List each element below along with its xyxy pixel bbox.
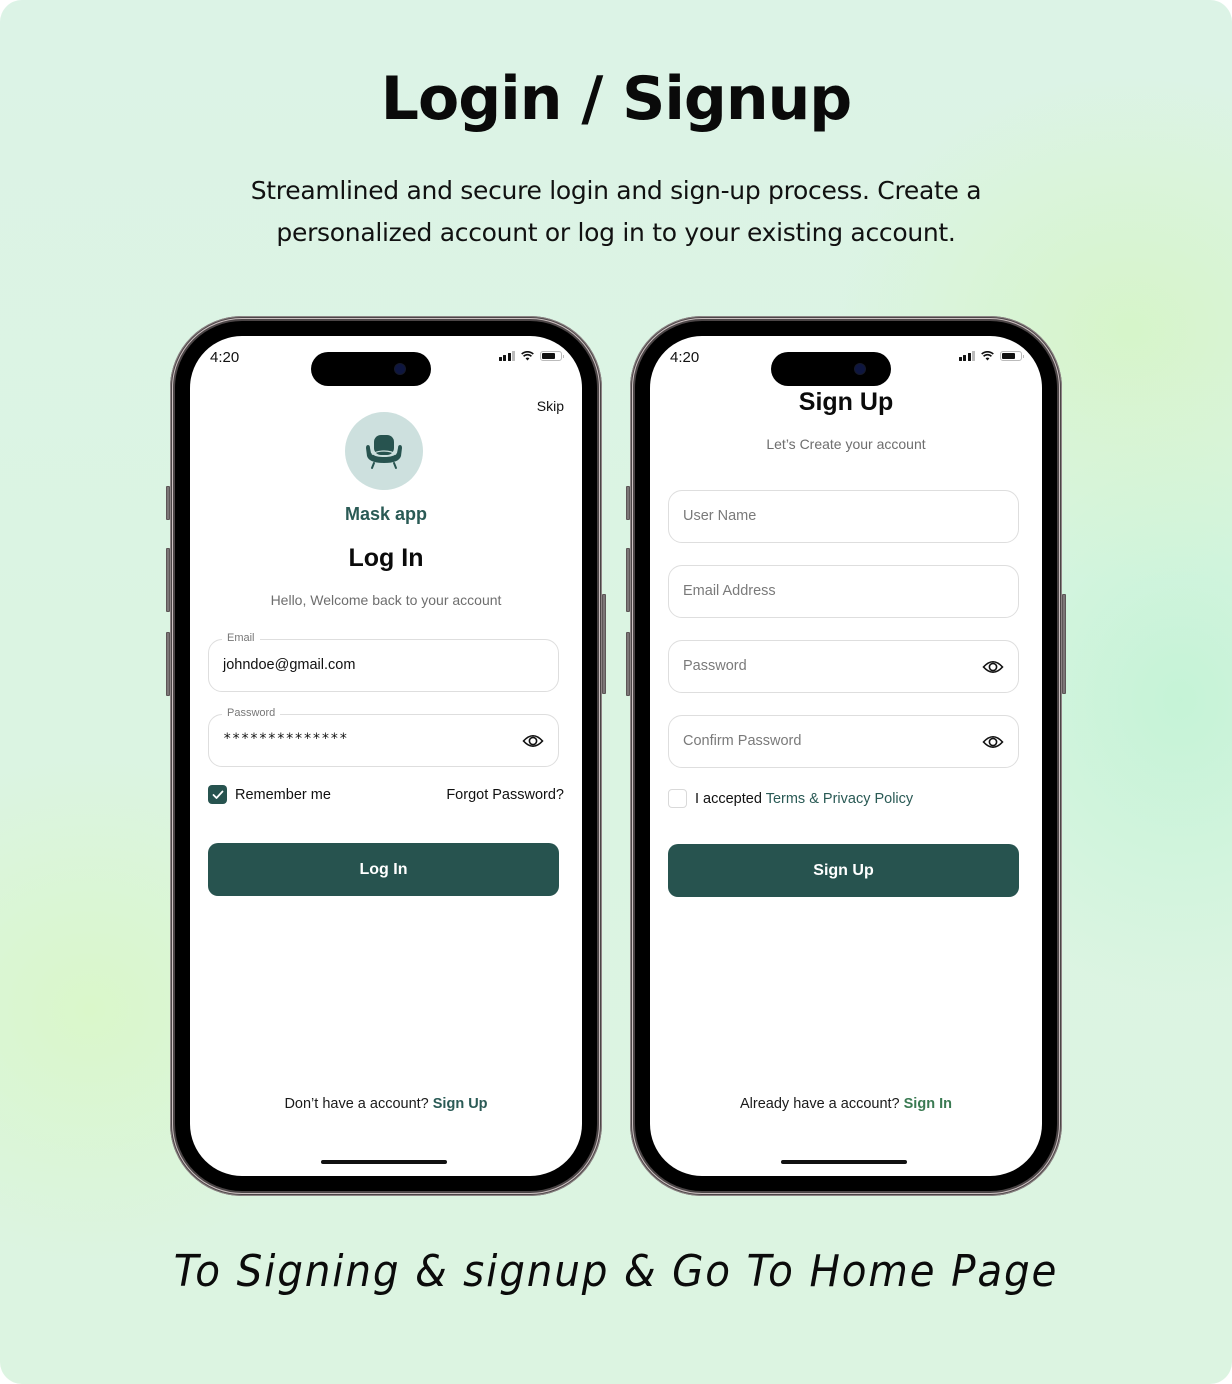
signin-prompt: Already have a account? Sign In	[650, 1096, 1042, 1112]
login-button[interactable]: Log In	[208, 843, 559, 896]
phone-login: 4:20 Skip Mask app Log In Hello, Welcome…	[166, 316, 606, 1196]
eye-icon[interactable]	[982, 656, 1004, 678]
battery-icon	[1000, 351, 1024, 361]
terms-checkbox[interactable]	[668, 789, 687, 808]
home-indicator	[321, 1160, 447, 1164]
page-title: Login / Signup	[380, 64, 852, 134]
armchair-icon	[366, 435, 402, 469]
signal-icon	[958, 351, 975, 361]
password-value[interactable]: **************	[223, 731, 348, 747]
confirm-password-field[interactable]: Confirm Password	[668, 715, 1019, 768]
email-label: Email	[222, 632, 260, 644]
signup-password-field[interactable]: Password	[668, 640, 1019, 693]
email-field[interactable]: Email johndoe@gmail.com	[208, 632, 559, 692]
status-icons	[958, 351, 1024, 361]
email-address-field[interactable]: Email Address	[668, 565, 1019, 618]
username-placeholder[interactable]: User Name	[683, 508, 756, 524]
wifi-icon	[981, 351, 994, 361]
signup-prompt-text: Don’t have a account?	[284, 1096, 429, 1112]
signup-link[interactable]: Sign Up	[433, 1096, 488, 1112]
signin-prompt-text: Already have a account?	[740, 1096, 900, 1112]
password-field[interactable]: Password **************	[208, 707, 559, 767]
status-icons	[498, 351, 564, 361]
camera-icon	[395, 364, 405, 374]
camera-icon	[855, 364, 865, 374]
login-subtitle: Hello, Welcome back to your account	[270, 592, 502, 608]
signin-link[interactable]: Sign In	[904, 1096, 952, 1112]
dynamic-island	[771, 352, 891, 386]
login-title: Log In	[348, 544, 424, 572]
status-time: 4:20	[670, 349, 700, 366]
remember-me-row[interactable]: Remember me	[208, 785, 331, 804]
page-subtitle-line-1: Streamlined and secure login and sign-up…	[250, 176, 982, 205]
remember-me-label: Remember me	[235, 786, 331, 803]
signup-screen: 4:20 Sign Up Let’s Create your account U…	[650, 336, 1042, 1176]
skip-link[interactable]: Skip	[537, 398, 564, 414]
eye-icon[interactable]	[522, 730, 544, 752]
page-subtitle: Streamlined and secure login and sign-up…	[200, 170, 1032, 254]
battery-icon	[540, 351, 564, 361]
phone-signup: 4:20 Sign Up Let’s Create your account U…	[626, 316, 1066, 1196]
terms-text: I accepted Terms & Privacy Policy	[695, 791, 913, 807]
silent-switch	[626, 486, 630, 520]
volume-up-button	[626, 548, 630, 612]
signup-subtitle: Let’s Create your account	[766, 436, 926, 452]
checkmark-icon	[212, 790, 223, 799]
wifi-icon	[521, 351, 534, 361]
signup-prompt: Don’t have a account? Sign Up	[190, 1096, 582, 1112]
app-name: Mask app	[344, 504, 428, 524]
power-button	[602, 594, 606, 694]
terms-link[interactable]: Terms & Privacy Policy	[766, 791, 913, 807]
app-logo	[345, 412, 423, 490]
volume-down-button	[166, 632, 170, 696]
signup-title: Sign Up	[798, 388, 894, 416]
remember-me-checkbox[interactable]	[208, 785, 227, 804]
email-address-placeholder[interactable]: Email Address	[683, 583, 776, 599]
forgot-password-link[interactable]: Forgot Password?	[446, 787, 564, 803]
dynamic-island	[311, 352, 431, 386]
canvas: Login / Signup Streamlined and secure lo…	[0, 0, 1232, 1384]
terms-prefix: I accepted	[695, 790, 762, 807]
volume-up-button	[166, 548, 170, 612]
username-field[interactable]: User Name	[668, 490, 1019, 543]
status-time: 4:20	[210, 349, 240, 366]
silent-switch	[166, 486, 170, 520]
eye-icon[interactable]	[982, 731, 1004, 753]
password-placeholder[interactable]: Password	[683, 658, 747, 674]
confirm-password-placeholder[interactable]: Confirm Password	[683, 733, 801, 749]
password-label: Password	[222, 707, 281, 719]
home-indicator	[781, 1160, 907, 1164]
signal-icon	[498, 351, 515, 361]
volume-down-button	[626, 632, 630, 696]
email-value[interactable]: johndoe@gmail.com	[223, 657, 355, 673]
signup-button[interactable]: Sign Up	[668, 844, 1019, 897]
caption: To Signing & signup & Go To Home Page	[173, 1246, 1059, 1297]
page-subtitle-line-2: personalized account or log in to your e…	[276, 218, 956, 247]
login-screen: 4:20 Skip Mask app Log In Hello, Welcome…	[190, 336, 582, 1176]
power-button	[1062, 594, 1066, 694]
terms-row[interactable]: I accepted Terms & Privacy Policy	[668, 789, 913, 808]
